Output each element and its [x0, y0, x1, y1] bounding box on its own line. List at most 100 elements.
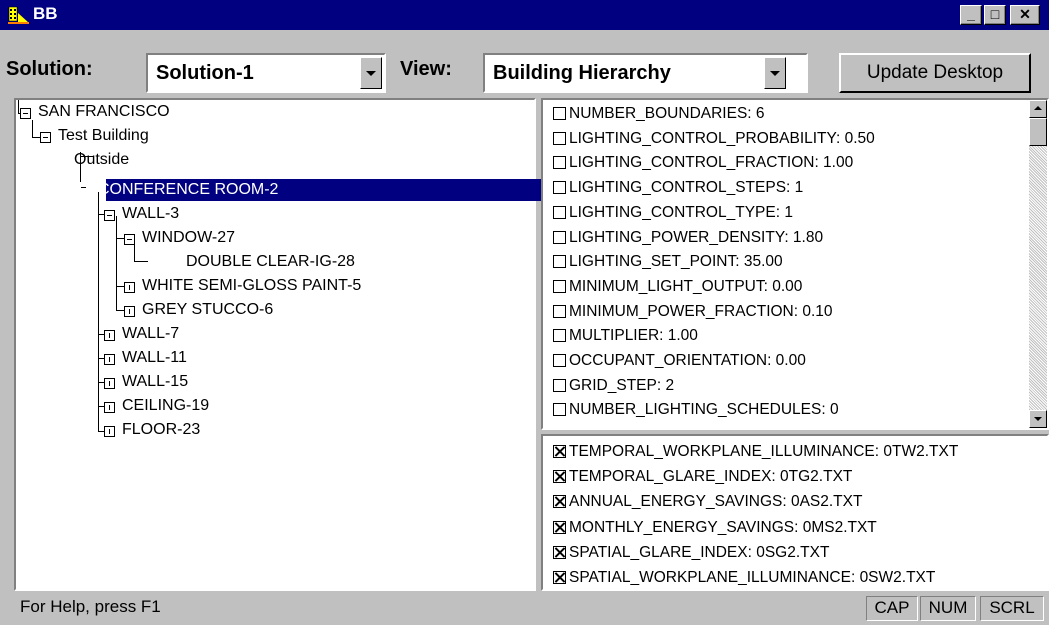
checkbox-icon[interactable]: [553, 181, 566, 195]
checkbox-icon[interactable]: [553, 403, 566, 417]
checked-checkbox-icon[interactable]: [553, 445, 566, 458]
property-row-text: LIGHTING_POWER_DENSITY: 1.80: [569, 228, 824, 246]
tree-connector-line: [134, 242, 135, 262]
window-title: BB: [33, 4, 58, 23]
chevron-down-icon[interactable]: [360, 57, 382, 89]
tree-node-label[interactable]: WALL-7: [122, 324, 179, 344]
collapse-icon[interactable]: [124, 234, 135, 245]
expand-icon[interactable]: [104, 354, 115, 365]
view-dropdown[interactable]: Building Hierarchy: [483, 53, 808, 93]
expand-icon[interactable]: [104, 402, 115, 413]
scrl-indicator: SCRL: [980, 596, 1044, 621]
tree-node-label[interactable]: WALL-11: [122, 348, 187, 368]
checkbox-icon[interactable]: [553, 354, 566, 367]
tree-node-label[interactable]: Test Building: [58, 126, 149, 146]
tree-node-label[interactable]: WALL-15: [122, 372, 188, 392]
tree-node-label[interactable]: WALL-3: [122, 204, 179, 224]
property-row[interactable]: LIGHTING_POWER_DENSITY: 1.80: [553, 226, 823, 250]
tree-node-label[interactable]: FLOOR-23: [122, 420, 200, 440]
scrollbar-thumb[interactable]: [1029, 118, 1047, 146]
property-row[interactable]: MINIMUM_LIGHT_OUTPUT: 0.00: [553, 275, 802, 299]
checked-checkbox-icon[interactable]: [553, 470, 566, 484]
checked-checkbox-icon[interactable]: [553, 545, 566, 559]
collapse-icon[interactable]: [78, 182, 89, 193]
checkbox-icon[interactable]: [553, 107, 566, 120]
expand-icon[interactable]: [104, 378, 115, 389]
property-row[interactable]: OCCUPANT_ORIENTATION: 0.00: [553, 349, 806, 373]
scroll-up-arrow-icon[interactable]: [1029, 100, 1047, 118]
property-row[interactable]: LIGHTING_CONTROL_FRACTION: 1.00: [553, 151, 853, 175]
tree-node-label[interactable]: SAN FRANCISCO: [38, 102, 170, 122]
property-row[interactable]: MULTIPLIER: 1.00: [553, 324, 698, 348]
checkbox-icon[interactable]: [553, 304, 566, 318]
property-row[interactable]: LIGHTING_CONTROL_PROBABILITY: 0.50: [553, 127, 875, 151]
minimize-button[interactable]: _: [960, 5, 982, 25]
checkbox-icon[interactable]: [553, 230, 566, 244]
solution-label: Solution:: [6, 58, 93, 80]
view-label: View:: [400, 58, 452, 80]
property-row[interactable]: LIGHTING_CONTROL_STEPS: 1: [553, 176, 803, 200]
status-help-text: For Help, press F1: [20, 597, 161, 616]
collapse-icon[interactable]: [20, 108, 31, 119]
checkbox-icon[interactable]: [553, 255, 566, 269]
property-row[interactable]: MINIMUM_POWER_FRACTION: 0.10: [553, 300, 833, 324]
properties-list[interactable]: NUMBER_BOUNDARIES: 6 LIGHTING_CONTROL_PRO…: [541, 98, 1049, 430]
output-row-text: TEMPORAL_GLARE_INDEX: 0TG2.TXT: [569, 468, 853, 486]
output-row[interactable]: SPATIAL_GLARE_INDEX: 0SG2.TXT: [553, 541, 829, 565]
cap-indicator: CAP: [866, 596, 918, 621]
output-row-text: MONTHLY_ENERGY_SAVINGS: 0MS2.TXT: [569, 518, 877, 536]
close-button[interactable]: ✕: [1010, 5, 1040, 25]
property-row[interactable]: LIGHTING_SET_POINT: 35.00: [553, 250, 783, 274]
hierarchy-tree[interactable]: SAN FRANCISCO Test Building Outside CONFERE…: [14, 98, 546, 591]
checked-checkbox-icon[interactable]: [553, 495, 566, 509]
tree-node-label[interactable]: WHITE SEMI-GLOSS PAINT-5: [142, 276, 361, 296]
expand-icon[interactable]: [104, 426, 115, 437]
tree-node-label[interactable]: WINDOW-27: [142, 228, 235, 248]
title-bar[interactable]: BB _ □ ✕: [0, 0, 1049, 30]
tree-node-label[interactable]: CEILING-19: [122, 396, 209, 416]
property-row-text: LIGHTING_SET_POINT: 35.00: [569, 253, 783, 271]
output-row-text: ANNUAL_ENERGY_SAVINGS: 0AS2.TXT: [569, 493, 863, 511]
checkbox-icon[interactable]: [553, 279, 566, 293]
update-desktop-button[interactable]: Update Desktop: [839, 53, 1031, 93]
output-row[interactable]: TEMPORAL_WORKPLANE_ILLUMINANCE: 0TW2.TXT: [553, 440, 958, 464]
num-indicator: NUM: [920, 596, 976, 621]
expand-icon[interactable]: [104, 330, 115, 341]
checkbox-icon[interactable]: [553, 156, 566, 170]
output-row-text: TEMPORAL_WORKPLANE_ILLUMINANCE: 0TW2.TXT: [569, 443, 959, 460]
checkbox-icon[interactable]: [553, 205, 566, 219]
output-row[interactable]: TEMPORAL_GLARE_INDEX: 0TG2.TXT: [553, 465, 852, 489]
tree-node-label[interactable]: DOUBLE CLEAR-IG-28: [186, 252, 355, 272]
checkbox-icon[interactable]: [553, 329, 566, 343]
tree-node-label[interactable]: GREY STUCCO-6: [142, 300, 273, 320]
tree-connector-line: [18, 100, 19, 114]
expand-icon[interactable]: [124, 306, 135, 317]
property-row-text: MINIMUM_LIGHT_OUTPUT: 0.00: [569, 277, 803, 295]
output-row[interactable]: ANNUAL_ENERGY_SAVINGS: 0AS2.TXT: [553, 490, 862, 514]
property-row-text: LIGHTING_CONTROL_STEPS: 1: [569, 179, 804, 197]
checkbox-icon[interactable]: [553, 378, 566, 392]
property-row[interactable]: LIGHTING_CONTROL_TYPE: 1: [553, 201, 793, 225]
property-row[interactable]: NUMBER_BOUNDARIES: 6: [553, 102, 765, 126]
property-row[interactable]: GRID_STEP: 2: [553, 374, 674, 398]
scroll-down-arrow-icon[interactable]: [1029, 410, 1047, 428]
property-row-text: MULTIPLIER: 1.00: [569, 327, 698, 345]
property-row[interactable]: NUMBER_LIGHTING_SCHEDULES: 0: [553, 398, 839, 422]
chevron-down-icon[interactable]: [764, 57, 786, 89]
checked-checkbox-icon[interactable]: [553, 520, 566, 534]
checked-checkbox-icon[interactable]: [553, 571, 566, 584]
solution-dropdown[interactable]: Solution-1: [146, 53, 386, 93]
outputs-list[interactable]: TEMPORAL_WORKPLANE_ILLUMINANCE: 0TW2.TXT…: [541, 434, 1049, 591]
property-row-text: MINIMUM_POWER_FRACTION: 0.10: [569, 302, 833, 320]
tree-node-label[interactable]: CONFERENCE ROOM-2: [98, 180, 278, 200]
tree-node-label[interactable]: Outside: [74, 150, 129, 170]
tree-connector-line: [116, 216, 117, 310]
output-row[interactable]: MONTHLY_ENERGY_SAVINGS: 0MS2.TXT: [553, 516, 877, 540]
expand-icon[interactable]: [124, 282, 135, 293]
collapse-icon[interactable]: [40, 132, 51, 143]
properties-scrollbar[interactable]: [1029, 100, 1047, 428]
output-row[interactable]: SPATIAL_WORKPLANE_ILLUMINANCE: 0SW2.TXT: [553, 566, 935, 590]
collapse-icon[interactable]: [104, 210, 115, 221]
maximize-button[interactable]: □: [984, 5, 1006, 25]
checkbox-icon[interactable]: [553, 131, 566, 145]
